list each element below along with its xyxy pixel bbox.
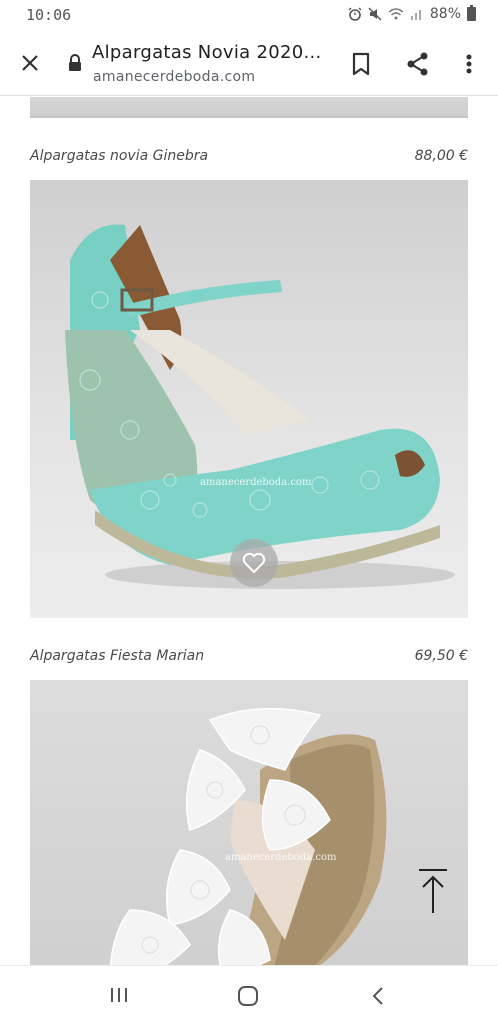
page-title[interactable]: Alpargatas Novia 2020... (92, 42, 322, 63)
battery-percent: 88% (429, 6, 461, 22)
image-watermark: amanecerdeboda.com (200, 477, 312, 488)
signal-icon (410, 7, 424, 21)
product-name[interactable]: Alpargatas novia Ginebra (30, 148, 208, 164)
product-header[interactable]: Alpargatas Fiesta Marian 69,50 € (30, 648, 468, 668)
close-icon[interactable] (16, 49, 44, 77)
previous-product-image[interactable] (30, 97, 468, 118)
page-url[interactable]: amanecerdeboda.com (93, 69, 255, 85)
heart-icon (242, 552, 266, 574)
favorite-button[interactable] (230, 539, 278, 587)
shoe-illustration: amanecerdeboda.com (30, 680, 468, 965)
bookmark-icon[interactable] (348, 50, 374, 78)
browser-toolbar: Alpargatas Novia 2020... amanecerdeboda.… (0, 32, 498, 96)
product-image[interactable]: amanecerdeboda.com (30, 180, 468, 618)
scroll-to-top-button[interactable] (417, 867, 449, 915)
product-name[interactable]: Alpargatas Fiesta Marian (30, 648, 204, 664)
home-icon[interactable] (237, 985, 259, 1007)
product-image[interactable]: amanecerdeboda.com (30, 680, 468, 965)
page-content[interactable]: Alpargatas novia Ginebra 88,00 € amanece… (0, 97, 498, 965)
back-icon[interactable] (370, 986, 386, 1006)
product-price: 88,00 € (414, 148, 468, 164)
system-navigation-bar (0, 965, 498, 1024)
battery-icon (467, 5, 476, 21)
alarm-icon (348, 7, 362, 21)
mute-icon (368, 7, 382, 21)
wifi-icon (388, 7, 404, 21)
recents-icon[interactable] (108, 986, 130, 1004)
share-icon[interactable] (404, 50, 432, 78)
product-price: 69,50 € (414, 648, 468, 664)
status-bar: 10:06 88% (0, 0, 498, 32)
product-header[interactable]: Alpargatas novia Ginebra 88,00 € (30, 148, 468, 168)
more-vert-icon[interactable] (460, 50, 478, 78)
status-time: 10:06 (26, 6, 72, 24)
lock-icon (68, 54, 82, 72)
status-icons: 88% (348, 5, 476, 22)
image-watermark: amanecerdeboda.com (225, 852, 337, 863)
arrow-up-icon (419, 869, 447, 913)
